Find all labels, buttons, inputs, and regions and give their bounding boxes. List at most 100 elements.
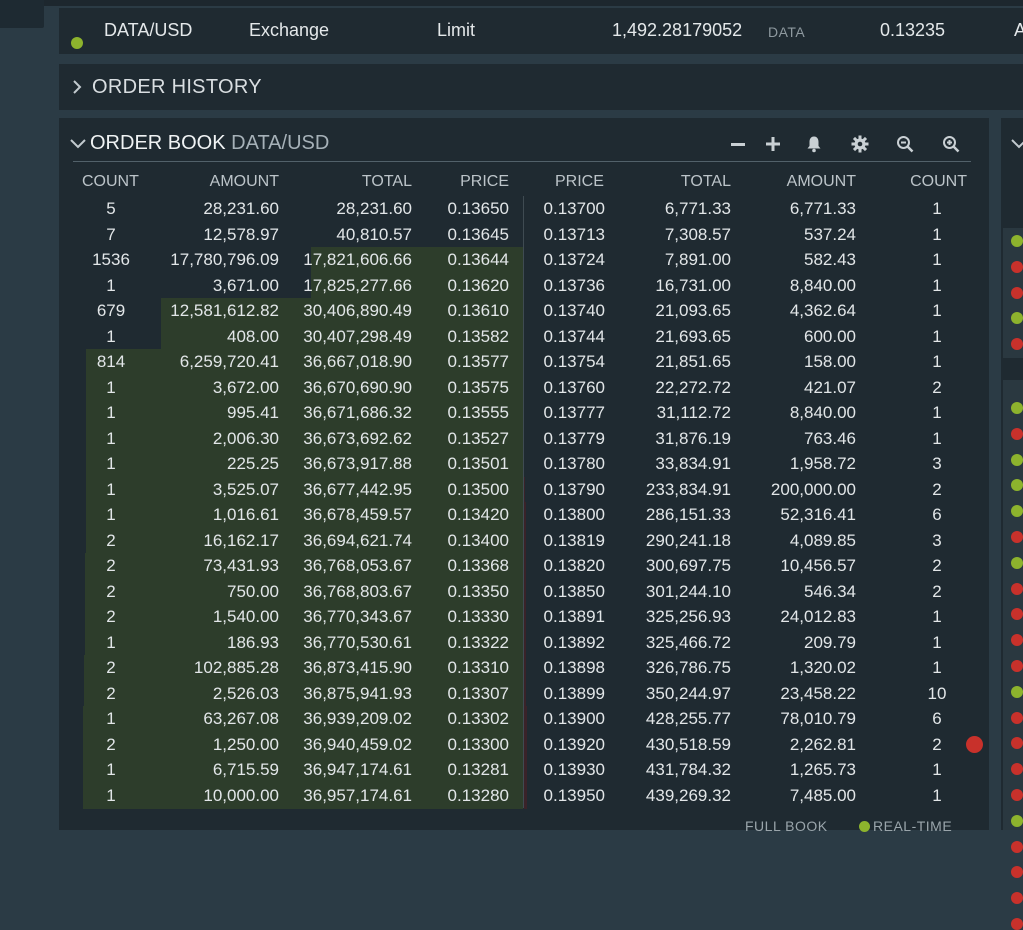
bid-count: 1: [81, 429, 141, 449]
ask-price: 0.13892: [544, 633, 605, 653]
ask-amount: 7,485.00: [790, 786, 856, 806]
chevron-right-icon[interactable]: [69, 79, 85, 95]
ask-header-price[interactable]: PRICE: [555, 173, 604, 191]
order-book-row[interactable]: 2102,885.2836,873,415.900.133100.1389832…: [59, 655, 989, 681]
ask-count: 1: [917, 658, 957, 678]
ask-count: 3: [917, 454, 957, 474]
ask-count: 1: [917, 786, 957, 806]
bid-total: 36,768,803.67: [303, 582, 412, 602]
right-panel-status-dot: [1011, 686, 1023, 698]
bid-total: 40,810.57: [336, 225, 412, 245]
order-book-row[interactable]: 1408.0030,407,298.490.135820.1374421,693…: [59, 324, 989, 350]
gear-icon[interactable]: [848, 132, 872, 156]
order-book-row[interactable]: 712,578.9740,810.570.136450.137137,308.5…: [59, 222, 989, 248]
bid-price: 0.13280: [448, 786, 509, 806]
ask-amount: 8,840.00: [790, 276, 856, 296]
order-book-row[interactable]: 1186.9336,770,530.610.133220.13892325,46…: [59, 630, 989, 656]
real-time-toggle[interactable]: REAL-TIME: [859, 818, 952, 834]
bid-amount: 10,000.00: [203, 786, 279, 806]
bid-total: 17,821,606.66: [303, 250, 412, 270]
order-book-row[interactable]: 528,231.6028,231.600.136500.137006,771.3…: [59, 196, 989, 222]
ask-header-total[interactable]: TOTAL: [681, 173, 731, 191]
bid-total: 36,694,621.74: [303, 531, 412, 551]
chevron-down-icon[interactable]: [1011, 137, 1023, 151]
bid-header-count[interactable]: COUNT: [82, 173, 139, 191]
order-history-section[interactable]: ORDER HISTORY: [59, 64, 1023, 110]
order-book-row[interactable]: 13,671.0017,825,277.660.136200.1373616,7…: [59, 273, 989, 299]
ask-amount: 52,316.41: [780, 505, 856, 525]
order-book-row[interactable]: 110,000.0036,957,174.610.132800.13950439…: [59, 783, 989, 809]
right-panel-status-dot: [1011, 402, 1023, 414]
ask-price: 0.13800: [544, 505, 605, 525]
order-book-row[interactable]: 13,672.0036,670,690.900.135750.1376022,2…: [59, 375, 989, 401]
order-book-row[interactable]: 13,525.0736,677,442.950.135000.13790233,…: [59, 477, 989, 503]
bid-total: 30,406,890.49: [303, 301, 412, 321]
bid-count: 1: [81, 786, 141, 806]
order-book-row[interactable]: 21,540.0036,770,343.670.133300.13891325,…: [59, 604, 989, 630]
order-book-row[interactable]: 2750.0036,768,803.670.133500.13850301,24…: [59, 579, 989, 605]
order-book-row[interactable]: 1225.2536,673,917.880.135010.1378033,834…: [59, 451, 989, 477]
order-book-row[interactable]: 216,162.1736,694,621.740.134000.13819290…: [59, 528, 989, 554]
header-divider: [73, 161, 971, 162]
bid-price: 0.13501: [448, 454, 509, 474]
zoom-out-icon[interactable]: [893, 132, 917, 156]
ask-price: 0.13700: [544, 199, 605, 219]
order-book-row[interactable]: 8146,259,720.4136,667,018.900.135770.137…: [59, 349, 989, 375]
bid-amount: 995.41: [227, 403, 279, 423]
ask-count: 2: [917, 480, 957, 500]
alert-dot[interactable]: [966, 736, 983, 753]
ask-price: 0.13713: [544, 225, 605, 245]
zoom-in-icon[interactable]: [939, 132, 963, 156]
bid-count: 1: [81, 403, 141, 423]
minus-icon[interactable]: [726, 132, 750, 156]
order-book-title-text: ORDER BOOK: [90, 132, 226, 154]
order-book-row[interactable]: 16,715.5936,947,174.610.132810.13930431,…: [59, 757, 989, 783]
ask-price: 0.13724: [544, 250, 605, 270]
order-book-row[interactable]: 67912,581,612.8230,406,890.490.136100.13…: [59, 298, 989, 324]
ask-total: 33,834.91: [655, 454, 731, 474]
order-amount: 1,492.28179052: [612, 20, 742, 41]
bid-total: 36,939,209.02: [303, 709, 412, 729]
chevron-down-icon[interactable]: [69, 137, 87, 151]
order-book-row[interactable]: 273,431.9336,768,053.670.133680.13820300…: [59, 553, 989, 579]
bell-icon[interactable]: [802, 132, 826, 156]
ask-amount: 537.24: [804, 225, 856, 245]
bid-price: 0.13281: [448, 760, 509, 780]
active-order-row[interactable]: DATA/USD Exchange Limit 1,492.28179052 D…: [59, 8, 1023, 54]
right-panel-status-dot: [1011, 866, 1023, 878]
right-panel-status-dot: [1011, 261, 1023, 273]
ask-total: 21,851.65: [655, 352, 731, 372]
bid-header-amount[interactable]: AMOUNT: [210, 173, 279, 191]
bid-price: 0.13420: [448, 505, 509, 525]
bid-amount: 750.00: [227, 582, 279, 602]
right-panel-status-dot: [1011, 712, 1023, 724]
bid-total: 36,768,053.67: [303, 556, 412, 576]
order-book-row[interactable]: 1995.4136,671,686.320.135550.1377731,112…: [59, 400, 989, 426]
order-book-row[interactable]: 22,526.0336,875,941.930.133070.13899350,…: [59, 681, 989, 707]
bid-count: 1: [81, 327, 141, 347]
bid-count: 1: [81, 633, 141, 653]
bid-total: 17,825,277.66: [303, 276, 412, 296]
bid-amount: 1,016.61: [213, 505, 279, 525]
right-panel-status-dot: [1011, 235, 1023, 247]
plus-icon[interactable]: [761, 132, 785, 156]
order-book-row[interactable]: 153617,780,796.0917,821,606.660.136440.1…: [59, 247, 989, 273]
order-book-row[interactable]: 11,016.6136,678,459.570.134200.13800286,…: [59, 502, 989, 528]
ask-count: 6: [917, 505, 957, 525]
order-book-row[interactable]: 163,267.0836,939,209.020.133020.13900428…: [59, 706, 989, 732]
ask-amount: 4,089.85: [790, 531, 856, 551]
bid-amount: 3,525.07: [213, 480, 279, 500]
ask-header-count[interactable]: COUNT: [910, 173, 967, 191]
order-book-row[interactable]: 12,006.3036,673,692.620.135270.1377931,8…: [59, 426, 989, 452]
bid-price: 0.13610: [448, 301, 509, 321]
ask-price: 0.13736: [544, 276, 605, 296]
full-book-link[interactable]: FULL BOOK: [745, 818, 828, 834]
bid-amount: 186.93: [227, 633, 279, 653]
ask-header-amount[interactable]: AMOUNT: [787, 173, 856, 191]
order-book-row[interactable]: 21,250.0036,940,459.020.133000.13920430,…: [59, 732, 989, 758]
bid-amount: 3,672.00: [213, 378, 279, 398]
ask-count: 2: [917, 556, 957, 576]
bid-header-price[interactable]: PRICE: [460, 173, 509, 191]
ask-total: 439,269.32: [646, 786, 731, 806]
bid-header-total[interactable]: TOTAL: [362, 173, 412, 191]
